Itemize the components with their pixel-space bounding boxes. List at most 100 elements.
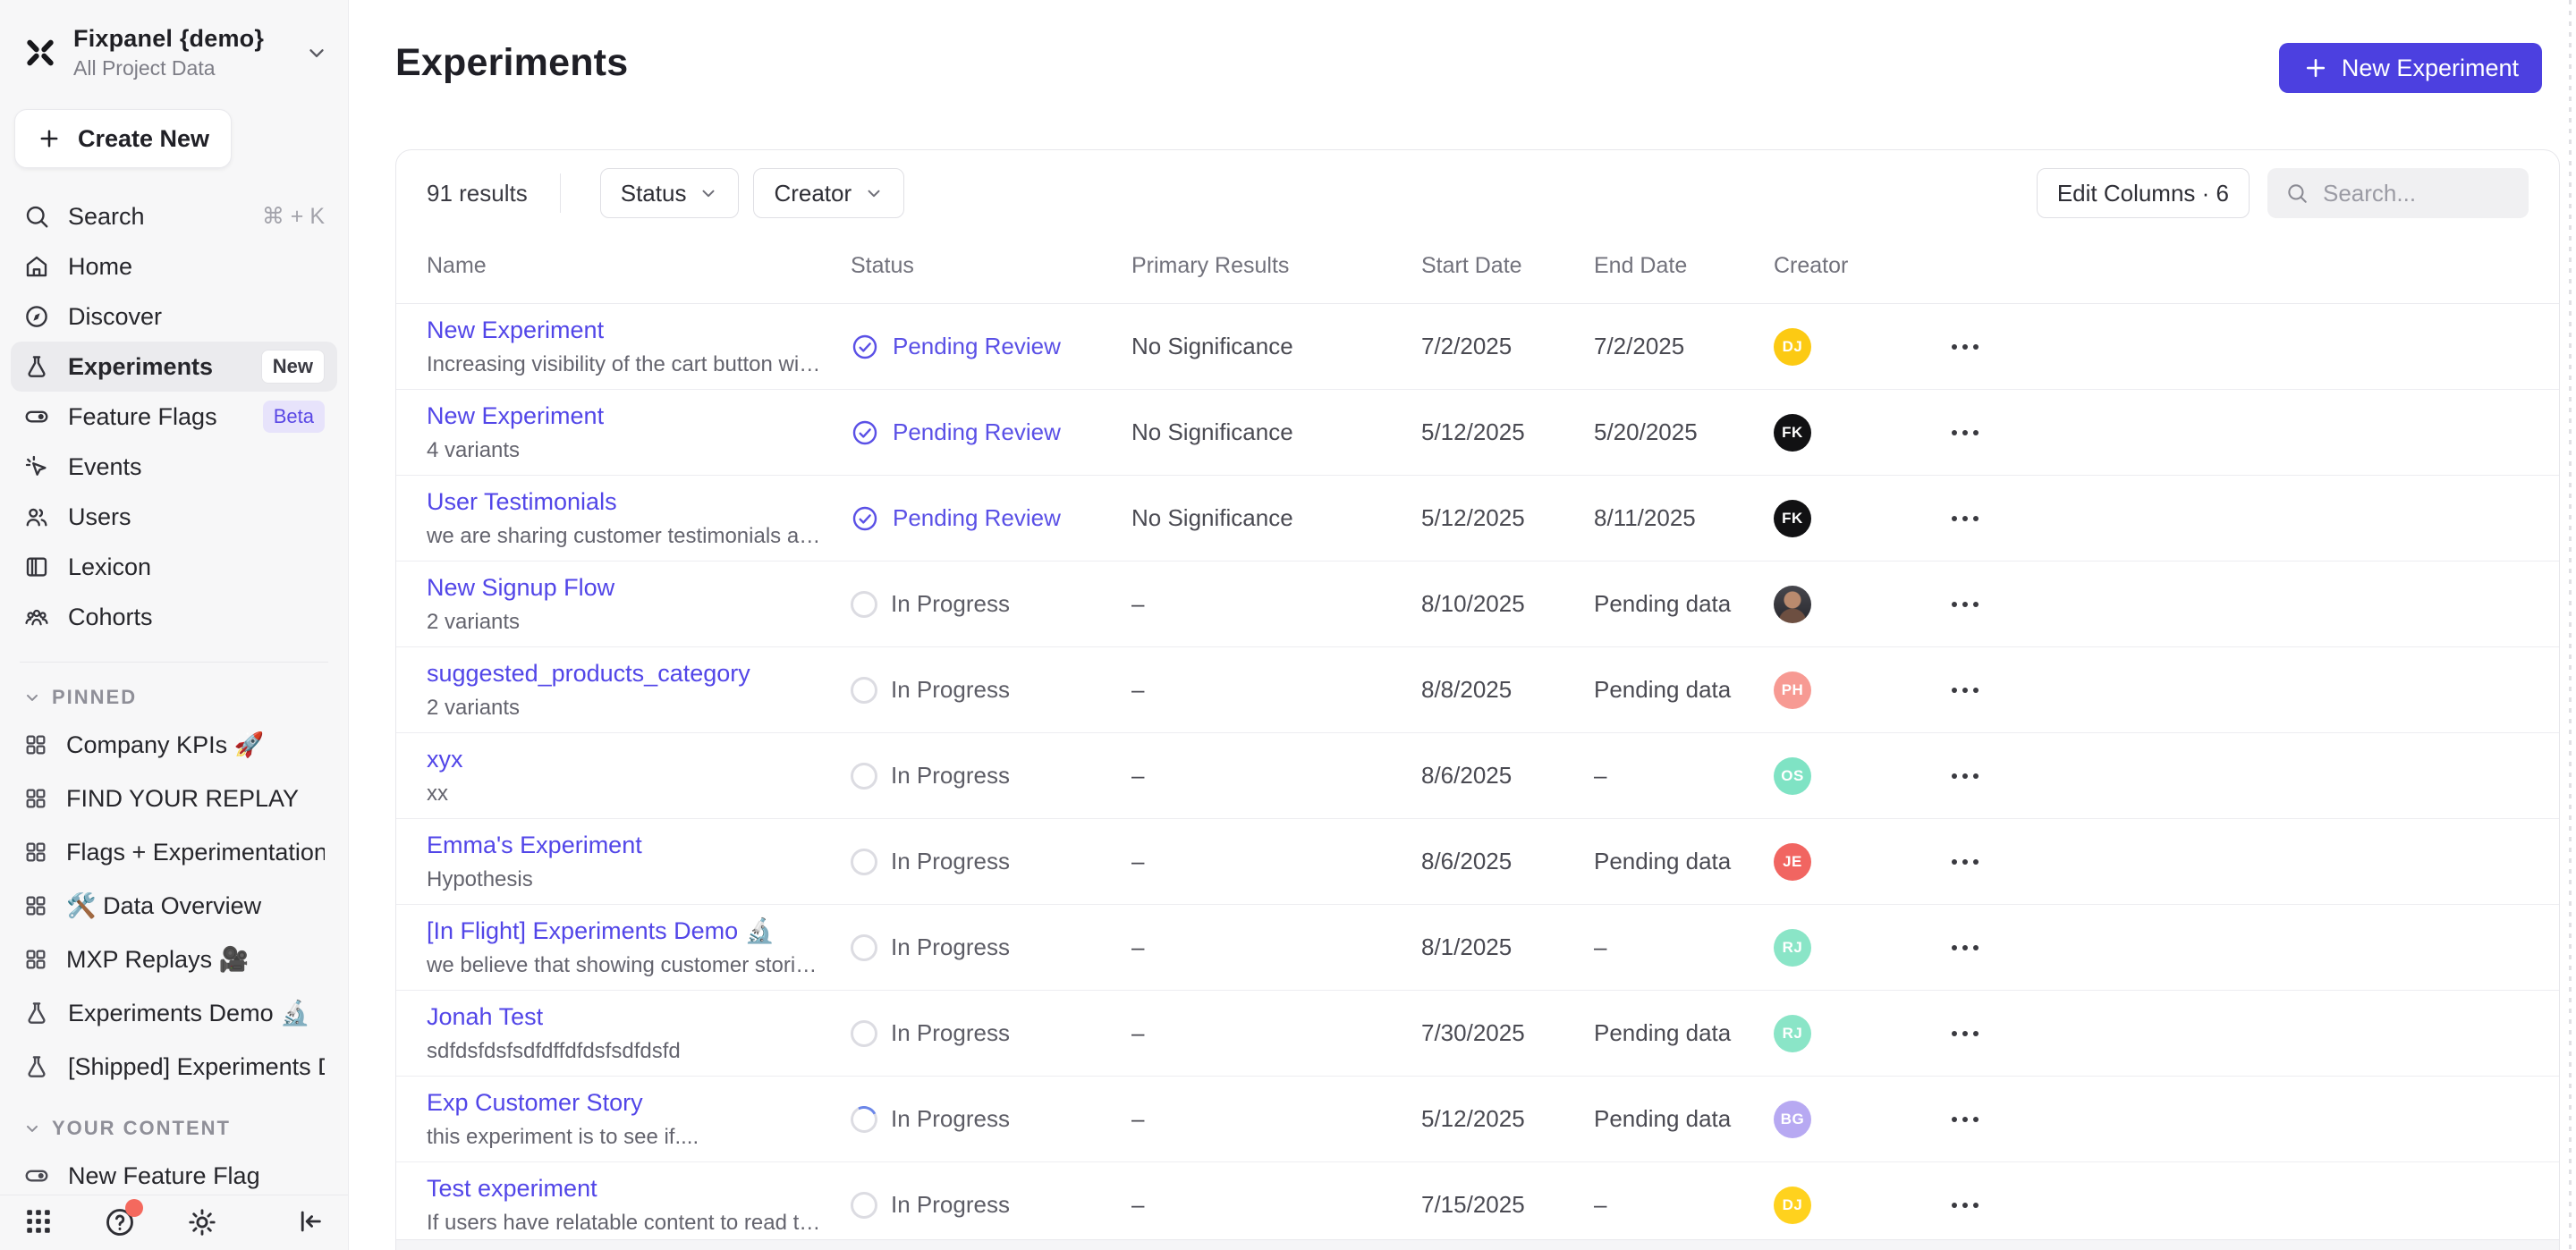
creator-avatar: FK — [1774, 414, 1811, 452]
table-row[interactable]: New Experiment4 variantsPending ReviewNo… — [396, 390, 2559, 476]
sidebar-item-label: Discover — [68, 303, 325, 331]
start-date-cell: 8/8/2025 — [1421, 676, 1594, 704]
sidebar-item-feature-flags[interactable]: Feature FlagsBeta — [11, 392, 337, 442]
experiment-name-link[interactable]: Emma's Experiment — [427, 832, 824, 859]
sidebar-item-company-kpis[interactable]: Company KPIs 🚀 — [11, 718, 337, 772]
status-label: Pending Review — [893, 333, 1061, 360]
creator-filter-dropdown[interactable]: Creator — [753, 168, 904, 218]
sidebar-item-lexicon[interactable]: Lexicon — [11, 542, 337, 592]
row-actions-cell — [1933, 1117, 2529, 1122]
events-icon — [23, 453, 50, 480]
toolbar-divider — [560, 173, 561, 213]
start-date-cell: 5/12/2025 — [1421, 504, 1594, 532]
table-row[interactable]: xyxxxIn Progress–8/6/2025–OS — [396, 733, 2559, 819]
status-filter-dropdown[interactable]: Status — [600, 168, 740, 218]
table-row[interactable]: User Testimonialswe are sharing customer… — [396, 476, 2559, 562]
sidebar-item-cohorts[interactable]: Cohorts — [11, 592, 337, 642]
table-row[interactable]: New Signup Flow2 variantsIn Progress–8/1… — [396, 562, 2559, 647]
row-actions-cell — [1933, 773, 2529, 779]
table-row[interactable]: Test experimentIf users have relatable c… — [396, 1162, 2559, 1239]
row-actions-menu-icon[interactable] — [1938, 859, 1992, 865]
sidebar-item-experiments-demo[interactable]: Experiments Demo 🔬 — [11, 986, 337, 1040]
experiment-name-link[interactable]: Exp Customer Story — [427, 1089, 824, 1117]
table-row[interactable]: Emma's ExperimentHypothesisIn Progress–8… — [396, 819, 2559, 905]
column-header-end-date: End Date — [1594, 253, 1774, 279]
table-row[interactable]: Exp Customer Storythis experiment is to … — [396, 1077, 2559, 1162]
experiment-name-cell: Jonah Testsdfdsfdsfsdfdffdfdsfsdfdsfd — [427, 1003, 851, 1064]
row-actions-menu-icon[interactable] — [1938, 602, 1992, 607]
row-actions-cell — [1933, 344, 2529, 350]
gear-icon[interactable] — [186, 1206, 218, 1238]
workspace-switcher[interactable]: Fixpanel {demo} All Project Data — [0, 16, 348, 89]
row-actions-menu-icon[interactable] — [1938, 1031, 1992, 1036]
experiment-description: Increasing visibility of the cart button… — [427, 352, 824, 377]
sidebar-item-search[interactable]: Search ⌘ + K — [11, 191, 337, 241]
row-actions-menu-icon[interactable] — [1938, 688, 1992, 693]
sidebar-item-home[interactable]: Home — [11, 241, 337, 291]
new-experiment-button[interactable]: New Experiment — [2279, 43, 2542, 93]
create-new-button[interactable]: Create New — [14, 109, 232, 168]
lexicon-icon — [23, 553, 50, 580]
sidebar-item-mxp-replays[interactable]: MXP Replays 🎥 — [11, 933, 337, 986]
start-date-cell: 5/12/2025 — [1421, 418, 1594, 446]
board-icon — [23, 893, 48, 918]
sidebar-item-find-your-replay[interactable]: FIND YOUR REPLAY — [11, 772, 337, 825]
progress-circle-icon — [851, 677, 877, 704]
collapse-sidebar-icon[interactable] — [294, 1206, 325, 1237]
experiment-name-link[interactable]: xyx — [427, 746, 824, 773]
badge-new: New — [261, 350, 325, 384]
end-date-cell: Pending data — [1594, 848, 1774, 875]
row-actions-menu-icon[interactable] — [1938, 430, 1992, 435]
sidebar-item-events[interactable]: Events — [11, 442, 337, 492]
end-date-cell: – — [1594, 762, 1774, 790]
section-header-pinned[interactable]: PINNED — [23, 686, 326, 709]
sidebar-item-discover[interactable]: Discover — [11, 291, 337, 342]
sidebar-item-data-overview[interactable]: 🛠️ Data Overview — [11, 879, 337, 933]
creator-cell: FK — [1774, 500, 1933, 537]
experiment-name-cell: [In Flight] Experiments Demo 🔬we believe… — [427, 916, 851, 978]
sidebar-item-users[interactable]: Users — [11, 492, 337, 542]
experiment-description: 2 variants — [427, 610, 824, 635]
sidebar-item-label: Cohorts — [68, 604, 325, 631]
end-date-cell: 5/20/2025 — [1594, 418, 1774, 446]
row-actions-menu-icon[interactable] — [1938, 1117, 1992, 1122]
table-row[interactable]: [In Flight] Experiments Demo 🔬we believe… — [396, 905, 2559, 991]
row-actions-menu-icon[interactable] — [1938, 1203, 1992, 1208]
experiment-name-link[interactable]: Jonah Test — [427, 1003, 824, 1031]
table-row[interactable]: Jonah TestsdfdsfdsfsdfdffdfdsfsdfdsfdIn … — [396, 991, 2559, 1077]
start-date-cell: 8/6/2025 — [1421, 762, 1594, 790]
primary-results-cell: No Significance — [1131, 504, 1421, 532]
experiment-name-link[interactable]: suggested_products_category — [427, 660, 824, 688]
primary-results-cell: – — [1131, 762, 1421, 790]
experiment-name-link[interactable]: New Signup Flow — [427, 574, 824, 602]
sidebar-item-flags-experimentation-demo[interactable]: Flags + Experimentation Demo 🧪 — [11, 825, 337, 879]
experiment-name-link[interactable]: Test experiment — [427, 1175, 824, 1203]
experiment-name-cell: xyxxx — [427, 746, 851, 807]
row-actions-menu-icon[interactable] — [1938, 945, 1992, 950]
sidebar-item-experiments[interactable]: ExperimentsNew — [11, 342, 337, 392]
table-row[interactable]: suggested_products_category2 variantsIn … — [396, 647, 2559, 733]
scrollbar[interactable] — [2569, 0, 2572, 1250]
experiment-name-link[interactable]: New Experiment — [427, 402, 824, 430]
row-actions-menu-icon[interactable] — [1938, 773, 1992, 779]
status-cell: In Progress — [851, 1191, 1131, 1219]
sidebar-item-label: Experiments Demo 🔬 — [68, 999, 325, 1027]
table-row[interactable]: New Experiment Increasing visibility of t… — [396, 304, 2559, 390]
cohorts-icon — [23, 604, 50, 630]
table-toolbar: 91 results Status Creator Edit Co — [396, 157, 2559, 229]
help-icon[interactable] — [104, 1206, 136, 1238]
row-actions-menu-icon[interactable] — [1938, 344, 1992, 350]
apps-grid-icon[interactable] — [23, 1206, 54, 1237]
table-search-input[interactable] — [2323, 180, 2511, 207]
status-cell: In Progress — [851, 676, 1131, 704]
flask-icon — [23, 1000, 50, 1026]
section-header-your-content[interactable]: YOUR CONTENT — [23, 1117, 326, 1140]
sidebar-item-shipped-experiments-demo[interactable]: [Shipped] Experiments Demo 🖊️ — [11, 1040, 337, 1094]
status-cell: In Progress — [851, 1019, 1131, 1047]
experiment-name-link[interactable]: New Experiment — [427, 317, 824, 344]
board-icon — [23, 840, 48, 865]
row-actions-menu-icon[interactable] — [1938, 516, 1992, 521]
experiment-name-link[interactable]: [In Flight] Experiments Demo 🔬 — [427, 916, 824, 945]
edit-columns-button[interactable]: Edit Columns · 6 — [2037, 168, 2250, 218]
experiment-name-link[interactable]: User Testimonials — [427, 488, 824, 516]
